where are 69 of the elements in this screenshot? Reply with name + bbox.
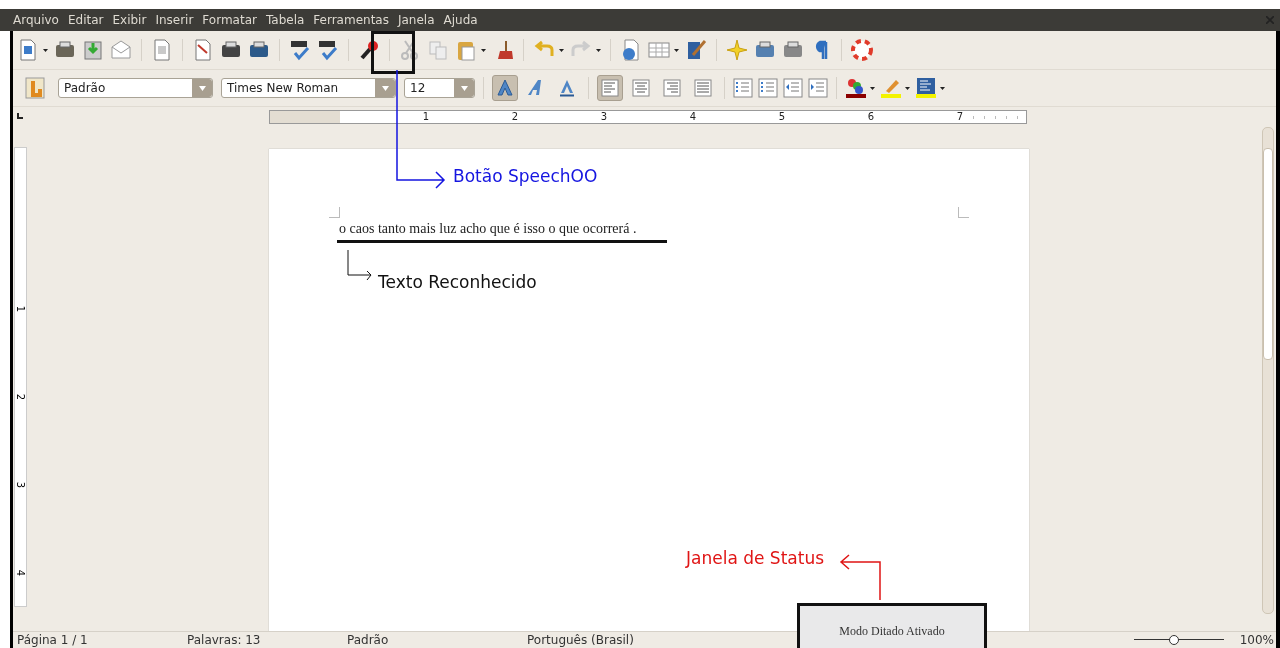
- menu-item[interactable]: Inserir: [155, 13, 194, 27]
- caret-icon[interactable]: [596, 48, 601, 52]
- numbered-list-icon[interactable]: [733, 78, 753, 98]
- caret-icon[interactable]: [940, 86, 945, 90]
- ruler-number: 4: [14, 569, 27, 577]
- bold-icon[interactable]: [492, 75, 518, 101]
- language: Português (Brasil): [527, 632, 635, 648]
- microphone-icon[interactable]: [358, 39, 380, 61]
- caret-icon[interactable]: [905, 86, 910, 90]
- menu-item[interactable]: Exibir: [112, 13, 147, 27]
- ruler-number: 2: [14, 393, 27, 401]
- caret-icon[interactable]: [674, 48, 679, 52]
- bullet-list-icon[interactable]: [758, 78, 778, 98]
- new-document-icon[interactable]: [17, 39, 39, 61]
- page-style: Padrão: [347, 632, 390, 648]
- page-count: Página 1 / 1: [16, 632, 89, 648]
- caret-icon[interactable]: [559, 48, 564, 52]
- annotation-label: Janela de Status: [686, 548, 825, 568]
- word-count: Palavras: 13: [187, 632, 262, 648]
- menu-item[interactable]: Janela: [397, 13, 435, 27]
- menu-item[interactable]: Tabela: [265, 13, 305, 27]
- caret-icon: [381, 85, 389, 91]
- ruler-margin: [270, 111, 340, 123]
- annotation-label: Texto Reconhecido: [378, 272, 537, 292]
- clipboard-icon[interactable]: [455, 39, 477, 61]
- menu-item[interactable]: Editar: [67, 13, 104, 27]
- scrollbar[interactable]: [1262, 127, 1274, 614]
- recognized-text: o caos tanto mais luz acho que é isso o que ocorrerá .: [339, 221, 638, 237]
- caret-icon[interactable]: [481, 48, 486, 52]
- increase-indent-icon[interactable]: [808, 78, 828, 98]
- edit-icon[interactable]: [151, 39, 173, 61]
- star-icon[interactable]: [726, 39, 748, 61]
- caret-icon[interactable]: [870, 86, 875, 90]
- menu-item[interactable]: Formatar: [202, 13, 257, 27]
- menu-item[interactable]: Ajuda: [443, 13, 478, 27]
- font-size-dropdown[interactable]: 12: [404, 78, 475, 98]
- menu-item[interactable]: Arquivo: [13, 13, 59, 27]
- callout-arrow: [838, 554, 882, 600]
- status-message: Modo Ditado Ativado: [839, 624, 945, 640]
- ruler-number: 4: [607, 111, 696, 123]
- zoom-level: 100%: [1239, 632, 1274, 648]
- ruler-number: 6: [785, 111, 874, 123]
- font-color-icon[interactable]: [845, 77, 867, 99]
- globe-icon[interactable]: [620, 39, 642, 61]
- mail-icon[interactable]: [110, 39, 132, 61]
- paragraph-style-dropdown[interactable]: Padrão: [58, 78, 213, 98]
- save-icon[interactable]: [82, 39, 104, 61]
- menu-item[interactable]: Ferramentas: [313, 13, 389, 27]
- spellcheck-icon[interactable]: [289, 39, 311, 61]
- tab-stop-icon[interactable]: [17, 113, 23, 119]
- styles-icon[interactable]: [25, 77, 45, 99]
- drawing-icon[interactable]: [685, 39, 707, 61]
- caret-icon: [198, 85, 206, 91]
- ruler-number: 7: [874, 111, 963, 123]
- help-icon[interactable]: [851, 39, 873, 61]
- ruler-number: 1: [14, 305, 27, 313]
- pdf-icon[interactable]: [192, 39, 214, 61]
- ruler-number: 3: [14, 481, 27, 489]
- align-left-icon[interactable]: [597, 75, 623, 101]
- font-name-dropdown[interactable]: Times New Roman: [221, 78, 396, 98]
- highlight-frame: [371, 31, 415, 74]
- background-color-icon[interactable]: [915, 77, 937, 99]
- annotation-label: Botão SpeechOO: [453, 166, 598, 186]
- caret-icon: [460, 85, 468, 91]
- scissors-icon[interactable]: [399, 39, 421, 61]
- decrease-indent-icon[interactable]: [783, 78, 803, 98]
- ruler-number: 5: [696, 111, 785, 123]
- caret-icon[interactable]: [43, 48, 48, 52]
- spellcheck-icon[interactable]: [317, 39, 339, 61]
